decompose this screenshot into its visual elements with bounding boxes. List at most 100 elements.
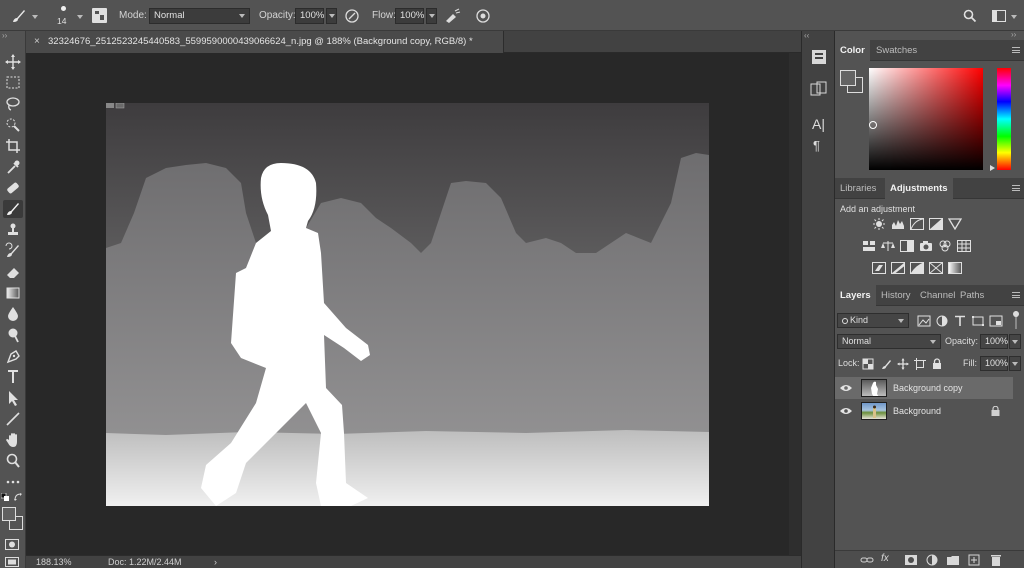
- status-menu-chevron-icon[interactable]: ›: [214, 556, 217, 568]
- fill-slider-toggle[interactable]: [1009, 356, 1021, 371]
- color-panel-menu-icon[interactable]: [1012, 47, 1020, 53]
- layer-opacity-input[interactable]: 100%: [980, 334, 1008, 349]
- filter-shape-icon[interactable]: [971, 315, 985, 327]
- adjustments-panel-menu-icon[interactable]: [1012, 185, 1020, 191]
- gradient-map-icon[interactable]: [948, 262, 962, 274]
- hue-slider[interactable]: [997, 68, 1011, 170]
- selective-color-icon[interactable]: [929, 262, 943, 274]
- path-selection-tool-icon[interactable]: [3, 389, 23, 407]
- color-lookup-icon[interactable]: [957, 240, 971, 252]
- new-layer-icon[interactable]: [967, 554, 981, 566]
- panel-collapse-icon[interactable]: ››: [1011, 31, 1016, 39]
- lock-pixels-icon[interactable]: [880, 358, 892, 370]
- invert-icon[interactable]: [872, 262, 886, 274]
- foreground-color-swatch[interactable]: [2, 507, 16, 521]
- new-group-folder-icon[interactable]: [946, 554, 960, 566]
- layer-row-background-copy[interactable]: Background copy: [835, 377, 1013, 399]
- layer-style-fx-icon[interactable]: fx: [881, 553, 895, 565]
- gradient-tool-icon[interactable]: [3, 284, 23, 302]
- tab-layers[interactable]: Layers: [835, 285, 876, 306]
- link-layers-icon[interactable]: [860, 554, 874, 566]
- character-panel-icon[interactable]: A|: [812, 116, 825, 132]
- color-balance-icon[interactable]: [881, 240, 895, 252]
- brush-preset-picker[interactable]: 14: [54, 4, 74, 28]
- quick-mask-icon[interactable]: [5, 539, 19, 550]
- add-mask-icon[interactable]: [904, 554, 918, 566]
- pen-tool-icon[interactable]: [3, 347, 23, 365]
- screen-mode-icon[interactable]: [5, 557, 19, 567]
- brush-tool-icon[interactable]: [10, 7, 28, 25]
- delete-layer-trash-icon[interactable]: [989, 554, 1003, 566]
- layer-filter-select[interactable]: Kind: [837, 313, 909, 328]
- pressure-size-icon[interactable]: [475, 8, 491, 24]
- default-colors-icon[interactable]: [1, 493, 9, 501]
- tab-history[interactable]: History: [876, 285, 916, 306]
- clone-stamp-tool-icon[interactable]: [3, 221, 23, 239]
- filter-toggle-switch[interactable]: [1013, 311, 1019, 329]
- tool-preset-chevron-down-icon[interactable]: [32, 15, 38, 19]
- hue-saturation-icon[interactable]: [862, 240, 876, 252]
- fill-input[interactable]: 100%: [980, 356, 1008, 371]
- lasso-tool-icon[interactable]: [3, 95, 23, 113]
- zoom-tool-icon[interactable]: [3, 452, 23, 470]
- eyedropper-tool-icon[interactable]: [3, 158, 23, 176]
- move-tool-icon[interactable]: [3, 53, 23, 71]
- line-tool-icon[interactable]: [3, 410, 23, 428]
- channel-mixer-icon[interactable]: [938, 240, 952, 252]
- opacity-input[interactable]: 100%: [295, 8, 324, 24]
- airbrush-icon[interactable]: [444, 8, 462, 24]
- document-canvas[interactable]: [106, 103, 709, 506]
- paragraph-panel-icon[interactable]: ¶: [813, 139, 820, 153]
- close-tab-icon[interactable]: ×: [34, 31, 40, 53]
- photo-filter-icon[interactable]: [919, 240, 933, 252]
- dock-collapse-icon[interactable]: ‹‹: [804, 32, 809, 40]
- lock-transparent-icon[interactable]: [862, 358, 874, 370]
- zoom-level[interactable]: 188.13%: [36, 556, 72, 568]
- layer-visibility-eye-icon[interactable]: [840, 407, 852, 415]
- tab-paths[interactable]: Paths: [955, 285, 989, 306]
- dodge-tool-icon[interactable]: [3, 326, 23, 344]
- hand-tool-icon[interactable]: [3, 431, 23, 449]
- pressure-opacity-icon[interactable]: [344, 8, 360, 24]
- layer-opacity-slider-toggle[interactable]: [1009, 334, 1021, 349]
- blend-mode-select[interactable]: Normal: [837, 334, 941, 349]
- new-adjustment-layer-icon[interactable]: [925, 554, 939, 566]
- layer-row-background[interactable]: Background: [835, 400, 1013, 422]
- opacity-slider-toggle[interactable]: [326, 8, 337, 24]
- layer-thumbnail-mask[interactable]: [861, 379, 887, 397]
- brush-preset-chevron-down-icon[interactable]: [77, 15, 83, 19]
- lock-artboard-icon[interactable]: [914, 358, 926, 370]
- search-icon[interactable]: [963, 9, 977, 23]
- layer-visibility-eye-icon[interactable]: [840, 384, 852, 392]
- vertical-scrollbar[interactable]: [789, 53, 801, 555]
- swap-colors-icon[interactable]: [14, 493, 23, 502]
- threshold-icon[interactable]: [910, 262, 924, 274]
- more-tools-icon[interactable]: [3, 473, 23, 491]
- flow-slider-toggle[interactable]: [426, 8, 437, 24]
- tab-libraries[interactable]: Libraries: [835, 178, 881, 199]
- quick-selection-tool-icon[interactable]: [3, 116, 23, 134]
- tab-channels[interactable]: Channel: [915, 285, 960, 306]
- tab-swatches[interactable]: Swatches: [871, 40, 922, 61]
- properties-panel-icon[interactable]: [810, 81, 828, 97]
- lock-all-icon[interactable]: [931, 358, 943, 370]
- color-picker-field[interactable]: [869, 68, 983, 170]
- workspace-chevron-down-icon[interactable]: [1011, 15, 1017, 19]
- filter-adjustment-icon[interactable]: [935, 315, 949, 327]
- filter-pixel-icon[interactable]: [917, 315, 931, 327]
- flow-input[interactable]: 100%: [395, 8, 424, 24]
- layer-thumbnail-photo[interactable]: [861, 402, 887, 420]
- crop-tool-icon[interactable]: [3, 137, 23, 155]
- curves-icon[interactable]: [910, 218, 924, 230]
- levels-icon[interactable]: [891, 218, 905, 230]
- eraser-tool-icon[interactable]: [3, 263, 23, 281]
- brightness-contrast-icon[interactable]: [872, 218, 886, 230]
- exposure-icon[interactable]: [929, 218, 943, 230]
- tab-adjustments[interactable]: Adjustments: [885, 178, 953, 199]
- layers-panel-menu-icon[interactable]: [1012, 292, 1020, 298]
- type-tool-icon[interactable]: [3, 368, 23, 386]
- workspace-switcher-icon[interactable]: [992, 10, 1006, 22]
- filter-type-icon[interactable]: [953, 315, 967, 327]
- brush-tool-selected-icon[interactable]: [3, 200, 23, 218]
- document-tab[interactable]: × 32324676_2512523245440583_559959000043…: [26, 31, 504, 53]
